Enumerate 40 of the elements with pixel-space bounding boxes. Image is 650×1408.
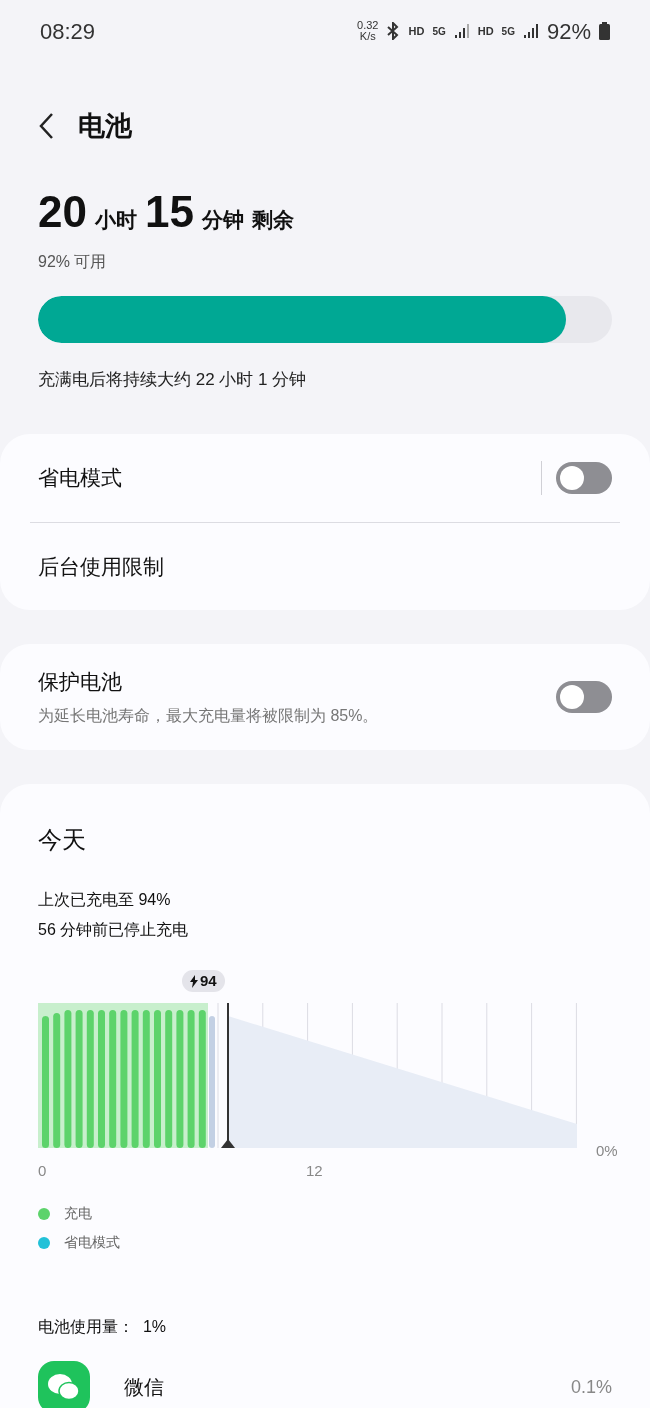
bolt-icon: [190, 974, 198, 988]
badge-value: 94: [200, 970, 217, 991]
battery-icon: [599, 22, 610, 40]
network-label: HD: [408, 23, 425, 39]
legend-label: 充电: [64, 1204, 92, 1223]
network-label: 5G: [432, 24, 446, 39]
usage-text: 电池使用量： 1%: [38, 1317, 167, 1337]
remaining-label: 剩余: [251, 207, 294, 233]
hours-value: 20: [38, 190, 87, 234]
app-name[interactable]: 微信: [124, 1372, 164, 1402]
clock: 08:29: [40, 17, 96, 46]
setting-label[interactable]: 保护电池: [38, 666, 379, 698]
hours-unit: 小时: [94, 207, 137, 233]
minutes-unit: 分钟: [201, 207, 244, 233]
last-charge-text: 上次已充电至 94%: [38, 890, 172, 910]
network-label: HD: [477, 23, 494, 39]
setting-label[interactable]: 省电模式: [38, 462, 122, 494]
axis-label: 12: [306, 1161, 323, 1181]
back-icon[interactable]: [38, 112, 54, 140]
signal-icon: [522, 23, 539, 39]
full-charge-note: 充满电后将持续大约 22 小时 1 分钟: [38, 368, 308, 391]
toggle-switch[interactable]: [556, 462, 612, 494]
toggle-switch[interactable]: [556, 681, 612, 713]
section-title: 今天: [38, 825, 87, 855]
axis-label: 0: [38, 1161, 47, 1181]
app-usage: 0.1%: [570, 1375, 612, 1399]
bluetooth-icon: [386, 22, 401, 40]
speed-unit: K/s: [359, 31, 376, 42]
setting-description: 为延长电池寿命，最大充电量将被限制为 85%。: [38, 705, 379, 726]
page-title: 电池: [78, 109, 132, 143]
stopped-text: 56 分钟前已停止充电: [38, 920, 190, 940]
speed-value: 0.32: [357, 20, 379, 31]
setting-label[interactable]: 后台使用限制: [38, 550, 164, 583]
signal-icon: [453, 23, 470, 39]
minutes-value: 15: [144, 190, 194, 234]
available-text: 92% 可用: [38, 251, 108, 272]
network-label: 5G: [501, 24, 515, 39]
axis-label: 0%: [596, 1141, 618, 1161]
battery-percent: 92%: [546, 17, 591, 46]
legend-label: 省电模式: [64, 1233, 120, 1252]
